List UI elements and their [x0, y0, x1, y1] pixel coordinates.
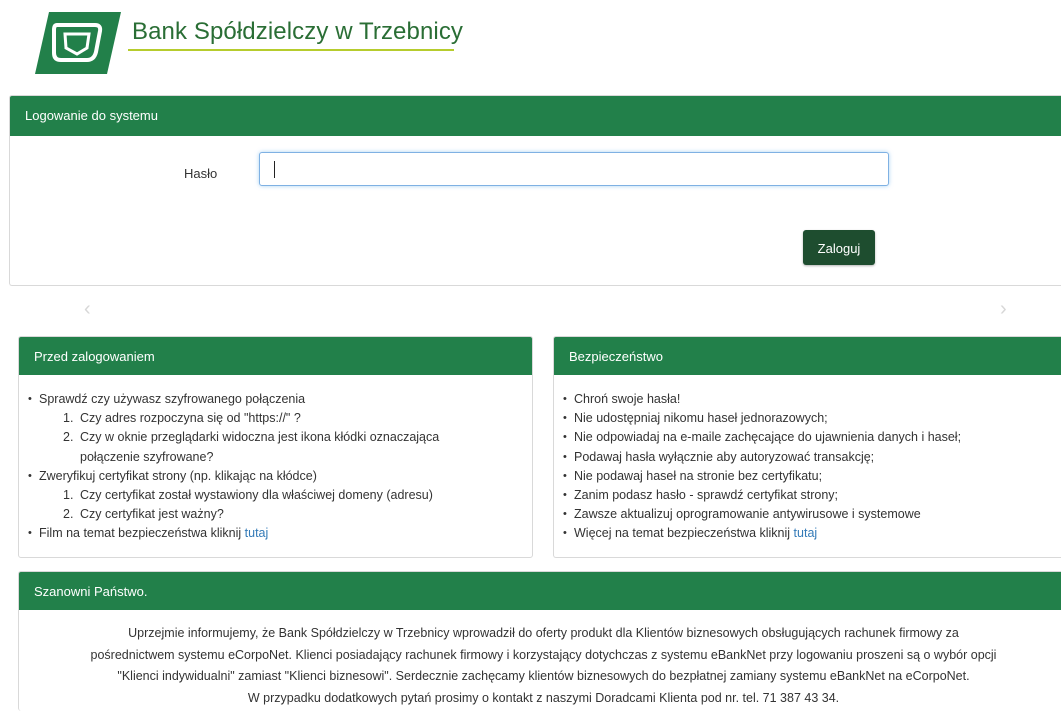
- notice-line: "Klienci indywidualni" zamiast "Klienci …: [117, 669, 970, 683]
- list-item: Więcej na temat bezpieczeństwa kliknij t…: [560, 524, 1061, 543]
- list-item: Nie podawaj haseł na stronie bez certyfi…: [560, 467, 1061, 486]
- security-panel: Bezpieczeństwo Chroń swoje hasła! Nie ud…: [553, 336, 1061, 558]
- bank-shield-logo-icon: [35, 12, 121, 74]
- list-item: Zanim podasz hasło - sprawdź certyfikat …: [560, 486, 1061, 505]
- password-label: Hasło: [184, 166, 218, 181]
- login-button[interactable]: Zaloguj: [803, 230, 875, 265]
- list-item: Nie udostępniaj nikomu haseł jednorazowy…: [560, 409, 1061, 428]
- list-item: 2. Czy w oknie przeglądarki widoczna jest…: [63, 430, 440, 445]
- bank-name: Bank Spółdzielczy w Trzebnicy: [132, 18, 464, 45]
- notice-panel: Szanowni Państwo. Uprzejmie informujemy,…: [18, 571, 1061, 711]
- security-info-link[interactable]: tutaj: [794, 526, 818, 540]
- before-login-panel: Przed zalogowaniem Sprawdź czy używasz s…: [18, 336, 533, 558]
- before-login-title: Przed zalogowaniem: [19, 337, 532, 375]
- security-list: Chroń swoje hasła! Nie udostępniaj nikom…: [554, 375, 1061, 544]
- carousel-next-icon[interactable]: ›: [1000, 298, 1007, 321]
- login-panel-title: Logowanie do systemu: [10, 96, 1061, 136]
- list-item: Zweryfikuj certyfikat strony (np. klikaj…: [25, 467, 526, 486]
- carousel-prev-icon[interactable]: ‹: [84, 298, 91, 321]
- list-item: Film na temat bezpieczeństwa kliknij tut…: [25, 524, 526, 543]
- password-input[interactable]: [259, 152, 889, 186]
- list-item: Zawsze aktualizuj oprogramowanie antywir…: [560, 505, 1061, 524]
- notice-line: Uprzejmie informujemy, że Bank Spółdziel…: [128, 626, 959, 640]
- notice-line: W przypadku dodatkowych pytań prosimy o …: [247, 690, 840, 705]
- login-panel: Logowanie do systemu Hasło Zaloguj: [9, 95, 1061, 286]
- list-item: 1. Czy certyfikat został wystawiony dla w…: [63, 488, 433, 503]
- security-title: Bezpieczeństwo: [554, 337, 1061, 375]
- list-item: Nie odpowiadaj na e-maile zachęcające do…: [560, 428, 1061, 447]
- list-item: Podawaj hasła wyłącznie aby autoryzować …: [560, 448, 1061, 467]
- list-item: 1. Czy adres rozpoczyna się od "https://"…: [63, 411, 301, 426]
- logo-underline: [128, 49, 454, 51]
- security-video-link[interactable]: tutaj: [245, 526, 269, 540]
- list-item: 2. Czy certyfikat jest ważny?: [63, 507, 224, 522]
- list-item-continuation: połączenie szyfrowane?: [80, 449, 214, 464]
- notice-body: Uprzejmie informujemy, że Bank Spółdziel…: [19, 610, 1061, 709]
- notice-title: Szanowni Państwo.: [19, 572, 1061, 610]
- text-caret: [274, 161, 275, 178]
- bank-logo: Bank Spółdzielczy w Trzebnicy: [35, 12, 495, 74]
- before-login-list: Sprawdź czy używasz szyfrowanego połącze…: [19, 375, 532, 544]
- notice-line: pośrednictwem systemu eCorpoNet. Klienci…: [90, 647, 997, 662]
- list-item: Sprawdź czy używasz szyfrowanego połącze…: [25, 390, 526, 409]
- list-item: Chroń swoje hasła!: [560, 390, 1061, 409]
